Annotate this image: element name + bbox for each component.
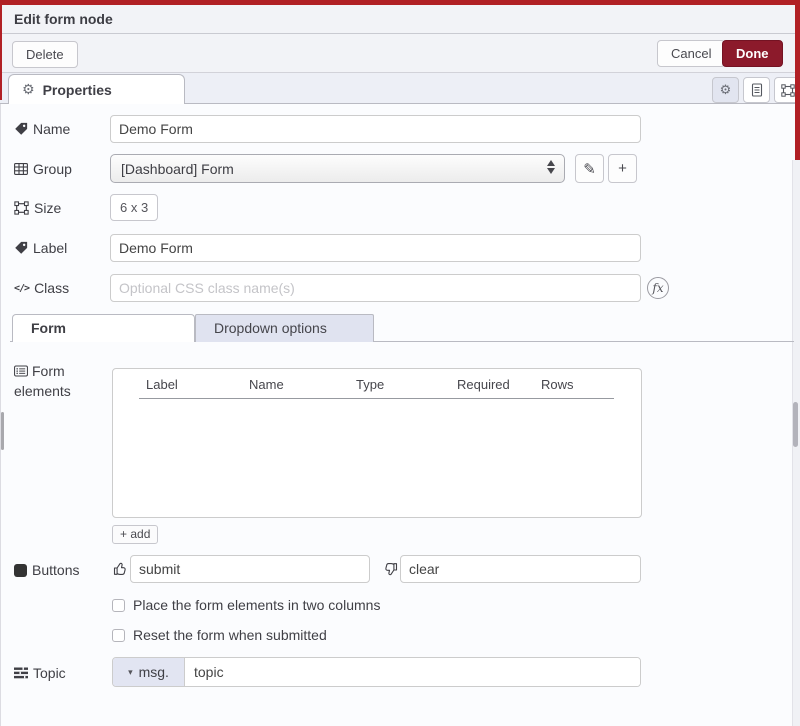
- properties-view-button[interactable]: ⚙: [712, 77, 739, 103]
- clear-button-label-input[interactable]: [400, 555, 641, 583]
- reset-option: Reset the form when submitted: [112, 627, 327, 643]
- tab-properties-label: Properties: [43, 82, 112, 98]
- tag-icon: [14, 241, 28, 255]
- two-columns-option: Place the form elements in two columns: [112, 597, 380, 613]
- frame-right-red-bar: [795, 0, 800, 160]
- tab-dropdown-options[interactable]: Dropdown options: [195, 314, 374, 342]
- name-input[interactable]: [110, 115, 641, 143]
- two-columns-checkbox[interactable]: [112, 599, 125, 612]
- reset-checkbox[interactable]: [112, 629, 125, 642]
- table-icon: [14, 163, 28, 175]
- right-scrollbar-thumb[interactable]: [793, 402, 798, 447]
- form-elements-list: Label Name Type Required Rows: [112, 368, 642, 518]
- buttons-row-label: Buttons: [14, 562, 79, 578]
- tab-properties[interactable]: ⚙ Properties: [8, 74, 185, 104]
- cancel-button[interactable]: Cancel: [657, 40, 725, 67]
- size-row-label: Size: [14, 200, 61, 216]
- select-stepper-icon: [547, 160, 555, 174]
- group-label-text: Group: [33, 161, 72, 177]
- column-header-required: Required: [457, 377, 510, 392]
- reset-label: Reset the form when submitted: [133, 627, 327, 643]
- group-select[interactable]: [Dashboard] Form: [110, 154, 565, 183]
- tab-form[interactable]: Form: [12, 314, 195, 342]
- column-header-label: Label: [146, 377, 178, 392]
- topic-label-text: Topic: [33, 665, 66, 681]
- code-icon: </>: [14, 283, 29, 294]
- plus-icon: +: [618, 160, 627, 177]
- thumbs-down-icon: [383, 561, 399, 577]
- size-label-text: Size: [34, 200, 61, 216]
- frame-top-red-bar: [0, 0, 800, 5]
- group-row-label: Group: [14, 161, 72, 177]
- square-icon: [14, 564, 27, 577]
- dialog-button-bar: Delete Cancel Done: [0, 34, 800, 73]
- dialog-title: Edit form node: [0, 5, 800, 34]
- thumbs-up-icon: [112, 561, 128, 577]
- pencil-icon: ✎: [583, 160, 596, 178]
- object-group-icon: [14, 201, 29, 215]
- class-label-text: Class: [34, 280, 69, 296]
- frame-left-red-bar: [0, 0, 2, 100]
- add-element-button[interactable]: + add: [112, 525, 158, 544]
- object-group-icon: [781, 84, 795, 97]
- label-row-label: Label: [14, 240, 67, 256]
- column-header-name: Name: [249, 377, 284, 392]
- fx-badge: fx: [647, 277, 669, 299]
- tasks-icon: [14, 667, 28, 679]
- topic-row-label: Topic: [14, 665, 66, 681]
- list-alt-icon: [14, 365, 28, 377]
- topic-type-label: msg.: [139, 664, 169, 680]
- submit-button-label-input[interactable]: [130, 555, 370, 583]
- label-label-text: Label: [33, 240, 67, 256]
- add-group-button[interactable]: +: [608, 154, 637, 183]
- topic-typed-input: ▾ msg.: [112, 657, 641, 687]
- class-row-label: </> Class: [14, 280, 69, 296]
- name-row-label: Name: [14, 121, 70, 137]
- left-scrollbar-thumb[interactable]: [1, 412, 4, 450]
- edit-form-node-dialog: Edit form node Delete Cancel Done ⚙ Prop…: [0, 0, 800, 726]
- topic-value-input[interactable]: [185, 658, 640, 686]
- column-header-type: Type: [356, 377, 384, 392]
- tag-icon: [14, 122, 28, 136]
- label-input[interactable]: [110, 234, 641, 262]
- topic-type-select[interactable]: ▾ msg.: [113, 658, 185, 686]
- column-header-rows: Rows: [541, 377, 574, 392]
- two-columns-label: Place the form elements in two columns: [133, 597, 380, 613]
- edit-group-button[interactable]: ✎: [575, 154, 604, 183]
- caret-down-icon: ▾: [128, 667, 133, 678]
- class-input[interactable]: [110, 274, 641, 302]
- name-label-text: Name: [33, 121, 70, 137]
- group-selected-value: [Dashboard] Form: [121, 161, 234, 177]
- size-button[interactable]: 6 x 3: [110, 194, 158, 221]
- description-view-button[interactable]: [743, 77, 770, 103]
- done-button[interactable]: Done: [722, 40, 783, 67]
- delete-button[interactable]: Delete: [12, 41, 78, 68]
- gear-icon: ⚙: [22, 81, 35, 98]
- gear-icon: ⚙: [720, 82, 732, 98]
- column-header-divider: [139, 398, 614, 399]
- document-icon: [751, 83, 763, 97]
- buttons-label-text: Buttons: [32, 562, 79, 578]
- form-elements-row-label: Form elements: [14, 361, 102, 401]
